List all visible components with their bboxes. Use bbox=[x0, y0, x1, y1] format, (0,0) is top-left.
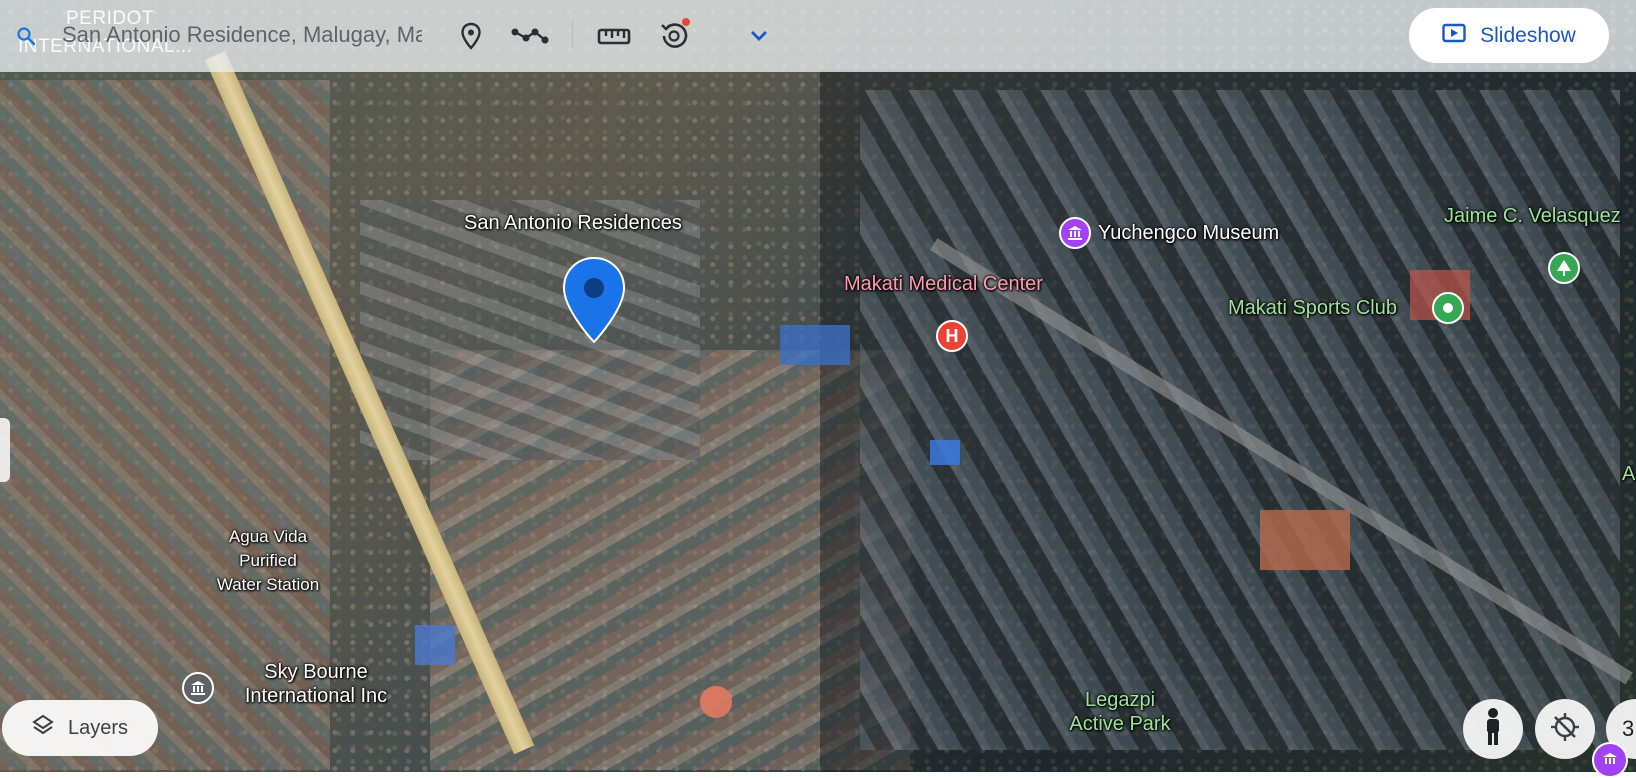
legazpi-line: Active Park bbox=[1069, 713, 1171, 735]
map-label-makati-sports[interactable]: Makati Sports Club bbox=[1228, 297, 1397, 320]
map-label-yuchengco[interactable]: Yuchengco Museum bbox=[1098, 222, 1279, 245]
map-label-edge: A bbox=[1622, 463, 1636, 485]
agua-vida-line: Agua Vida bbox=[228, 527, 308, 546]
layers-label: Layers bbox=[67, 716, 129, 739]
map-label-makati-medical[interactable]: Makati Medical Center bbox=[844, 273, 1043, 296]
government-building-icon[interactable] bbox=[182, 672, 214, 704]
rooftop bbox=[780, 325, 850, 365]
map-label-jaime[interactable]: Jaime C. Velasquez bbox=[1444, 205, 1621, 228]
slideshow-icon bbox=[1442, 23, 1466, 49]
park-icon[interactable] bbox=[1548, 252, 1580, 284]
agua-vida-line: Water Station bbox=[216, 575, 320, 594]
chevron-down-icon[interactable] bbox=[746, 24, 772, 48]
hospital-icon[interactable]: H bbox=[936, 320, 968, 352]
history-icon[interactable] bbox=[654, 16, 694, 52]
path-icon[interactable] bbox=[508, 22, 552, 50]
location-pin-icon[interactable] bbox=[456, 20, 486, 52]
sky-bourne-line: International Inc bbox=[244, 685, 388, 707]
rooftop bbox=[930, 440, 960, 465]
slideshow-button[interactable]: Slideshow bbox=[1408, 7, 1610, 64]
pegman-button[interactable] bbox=[1463, 699, 1523, 759]
map-label-san-antonio[interactable]: San Antonio Residences bbox=[464, 212, 682, 235]
agua-vida-line: Purified bbox=[239, 551, 297, 570]
search-icon[interactable] bbox=[14, 24, 38, 48]
layers-button[interactable]: Layers bbox=[2, 700, 158, 756]
side-panel-handle[interactable] bbox=[0, 418, 10, 482]
layers-icon bbox=[32, 714, 54, 742]
ruler-icon[interactable] bbox=[595, 22, 633, 50]
round-rooftop bbox=[700, 686, 732, 718]
cbd-towers bbox=[860, 90, 1620, 750]
pegman-icon bbox=[1481, 707, 1505, 752]
map-label-legazpi[interactable]: Legazpi Active Park bbox=[1050, 688, 1190, 736]
location-pin-icon[interactable] bbox=[560, 256, 628, 346]
tennis-courts bbox=[1260, 510, 1350, 570]
san-antonio-block bbox=[360, 200, 700, 460]
slideshow-label: Slideshow bbox=[1480, 23, 1576, 47]
legazpi-line: Legazpi bbox=[1084, 689, 1156, 711]
map-label-sky-bourne[interactable]: Sky Bourne International Inc bbox=[224, 660, 408, 708]
sky-bourne-line: Sky Bourne bbox=[264, 661, 368, 683]
tilt-label: 3 bbox=[1622, 716, 1635, 741]
compass-button[interactable] bbox=[1535, 699, 1595, 759]
compass-off-icon bbox=[1550, 712, 1580, 747]
search-input[interactable]: San Antonio Residence, Malugay, Makati..… bbox=[62, 22, 422, 48]
museum-icon[interactable] bbox=[1059, 217, 1091, 249]
museum-icon[interactable] bbox=[1592, 742, 1628, 778]
toolbar-divider bbox=[572, 20, 573, 48]
rooftop bbox=[415, 625, 455, 665]
satellite-map[interactable] bbox=[0, 0, 1636, 772]
sports-club-icon[interactable] bbox=[1432, 292, 1464, 324]
map-label-agua-vida[interactable]: Agua Vida Purified Water Station bbox=[206, 525, 330, 597]
